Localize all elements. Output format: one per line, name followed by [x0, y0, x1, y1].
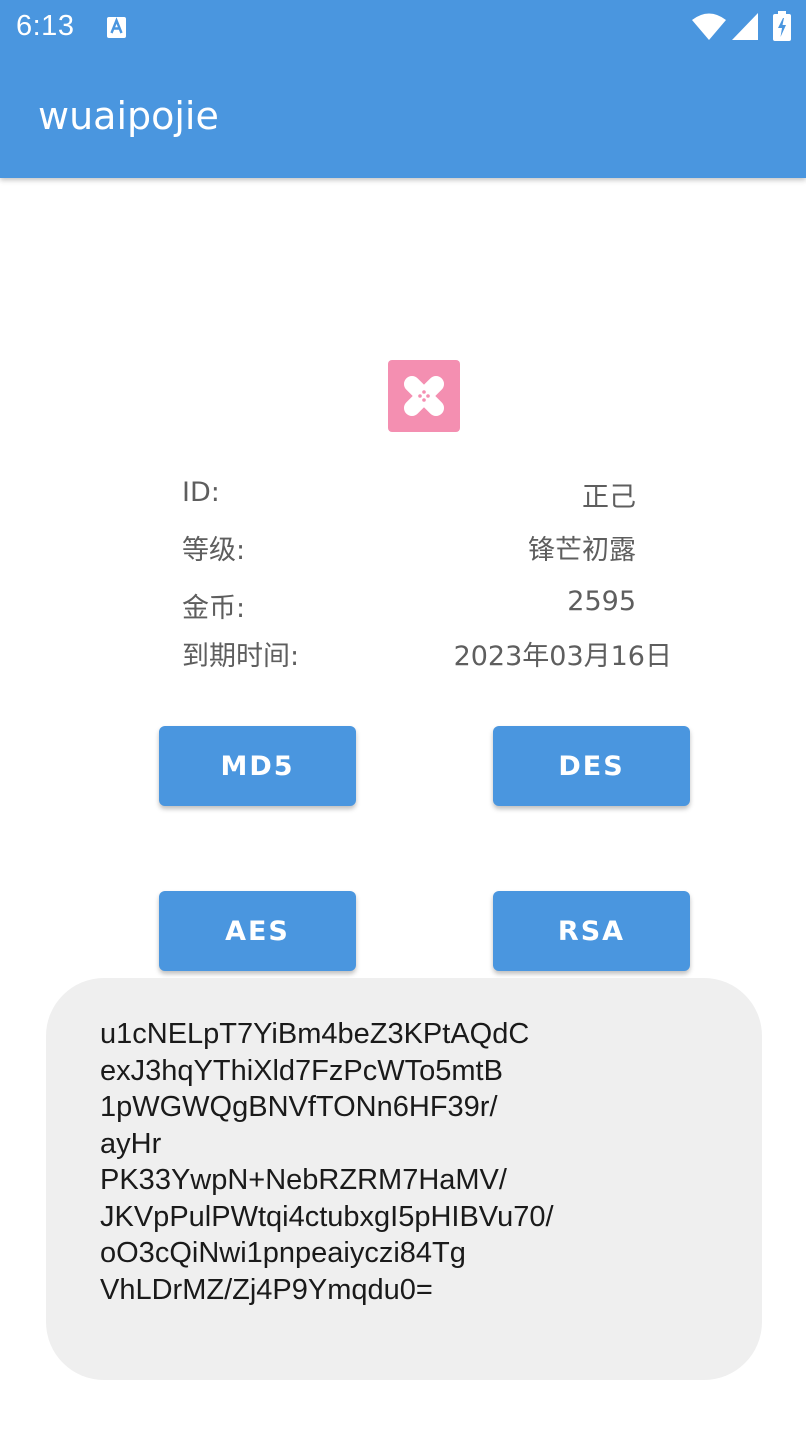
app-title: wuaipojie: [38, 94, 219, 138]
battery-charging-icon: [773, 11, 791, 41]
coins-label: 金币:: [182, 593, 246, 624]
text-a-icon: [107, 17, 126, 38]
aes-button[interactable]: AES: [159, 891, 356, 971]
level-value: 锋芒初露: [528, 535, 636, 566]
wifi-icon: [692, 13, 726, 40]
coins-value: 2595: [567, 586, 636, 617]
id-label: ID:: [182, 477, 220, 508]
md5-button[interactable]: MD5: [159, 726, 356, 806]
expiry-label: 到期时间:: [182, 641, 300, 672]
app-bar: 6:13 wuaipojie: [0, 0, 806, 178]
rsa-button[interactable]: RSA: [493, 891, 690, 971]
signal-icon: [732, 13, 758, 40]
status-time: 6:13: [16, 10, 75, 42]
app-logo: [388, 360, 460, 432]
output-text: u1cNELpT7YiBm4beZ3KPtAQdC exJ3hqYThiXld7…: [100, 1018, 554, 1306]
bandage-icon: [403, 375, 445, 417]
id-value: 正己: [582, 482, 636, 513]
des-button[interactable]: DES: [493, 726, 690, 806]
level-label: 等级:: [182, 535, 246, 566]
expiry-value: 2023年03月16日: [453, 641, 672, 672]
bottom-edge: [0, 1426, 806, 1434]
